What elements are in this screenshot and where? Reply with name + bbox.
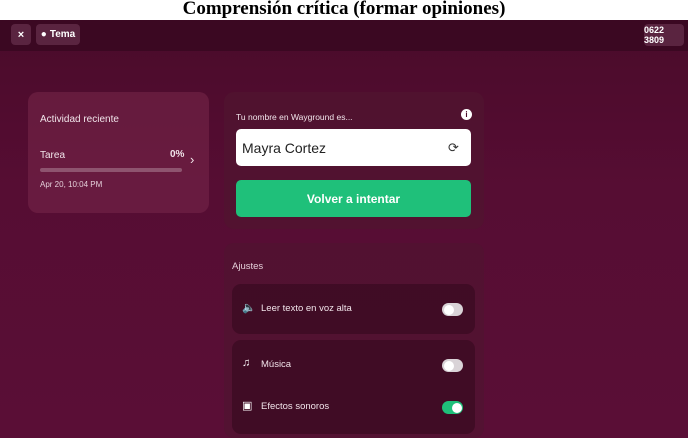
settings-panel: Ajustes 🔈 Leer texto en voz alta ♫ Músic…: [224, 243, 484, 438]
top-bar: × ● Tema 0622 3809: [0, 20, 688, 51]
recent-activity-card[interactable]: Actividad reciente Tarea 0% Apr 20, 10:0…: [28, 92, 209, 213]
name-card: Tu nombre en Wayground es... i ⟳ Volver …: [224, 92, 484, 229]
progress-percent: 0%: [170, 149, 185, 160]
progress-bar: [40, 168, 182, 172]
sound-effects-toggle[interactable]: [442, 401, 463, 414]
document-title: Comprensión crítica (formar opiniones): [182, 0, 506, 19]
theme-button[interactable]: ● Tema: [36, 24, 80, 45]
settings-title: Ajustes: [232, 261, 264, 272]
name-field[interactable]: [236, 129, 471, 166]
recent-activity-heading: Actividad reciente: [40, 114, 119, 125]
activity-date: Apr 20, 10:04 PM: [40, 180, 103, 189]
task-label: Tarea: [40, 150, 66, 161]
chevron-right-icon[interactable]: ›: [190, 152, 194, 167]
setting-label: Leer texto en voz alta: [261, 303, 352, 314]
music-icon: ♫: [242, 357, 251, 369]
setting-label: Efectos sonoros: [261, 401, 330, 412]
name-label: Tu nombre en Wayground es...: [236, 112, 353, 122]
app-screen: × ● Tema 0622 3809 Actividad reciente Ta…: [0, 20, 688, 438]
retry-button[interactable]: Volver a intentar: [236, 180, 471, 217]
setting-audio-group: ♫ Música ▣ Efectos sonoros: [232, 340, 475, 434]
refresh-icon[interactable]: ⟳: [448, 140, 459, 156]
read-aloud-toggle[interactable]: [442, 303, 463, 316]
info-icon[interactable]: i: [461, 109, 472, 120]
setting-read-aloud[interactable]: 🔈 Leer texto en voz alta: [232, 284, 475, 334]
theme-icon: ●: [40, 29, 47, 40]
close-icon: ×: [17, 28, 25, 41]
close-button[interactable]: ×: [11, 24, 31, 45]
setting-sound-effects[interactable]: ▣ Efectos sonoros: [232, 382, 475, 429]
sound-effects-icon: ▣: [242, 400, 253, 412]
game-code-badge: 0622 3809: [644, 24, 684, 46]
setting-label: Música: [261, 359, 292, 370]
speaker-icon: 🔈: [242, 302, 256, 314]
theme-button-label: Tema: [49, 29, 76, 40]
music-toggle[interactable]: [442, 359, 463, 372]
setting-music[interactable]: ♫ Música: [232, 340, 475, 387]
